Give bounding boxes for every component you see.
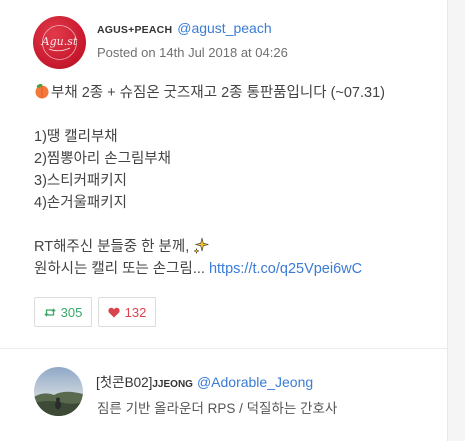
retweet-count: 305 [60, 304, 83, 320]
mention-user-avatar[interactable] [34, 367, 83, 416]
tweet-line-1: 부채 2종 + 슈짐온 굿즈재고 2종 통판품입니다 (~07.31) [34, 82, 434, 104]
tweet-line-7-text: 원하시는 캘리 또는 손그림... [34, 261, 209, 277]
tweet-line-5: 4)손거울패키지 [34, 195, 127, 211]
vertical-scrollbar[interactable] [447, 0, 465, 441]
author-line: AGUS+PEACH @agust_peach [97, 20, 272, 36]
mention-user-line: [첫콘B02]JJEONG @Adorable_Jeong [96, 371, 313, 391]
mention-user-name-prefix: [첫콘B02] [96, 375, 153, 390]
tweet-line-7: 원하시는 캘리 또는 손그림... https://t.co/q25Vpei6w… [34, 258, 434, 280]
retweet-icon [43, 307, 56, 317]
retweet-button[interactable]: 305 [34, 297, 92, 327]
tweet-line-3: 2)찜뽕아리 손그림부채 [34, 151, 171, 167]
author-avatar[interactable]: Agu.st [33, 16, 86, 69]
mention-user-bio: 짐른 기반 올라운더 RPS / 덕질하는 간호사 [97, 401, 338, 416]
peach-icon [35, 83, 49, 99]
like-count: 132 [124, 304, 147, 320]
tweet-line-6: RT해주신 분들중 한 분께, [34, 236, 434, 258]
mention-user-name-suffix: JJEONG [152, 379, 193, 390]
mention-user-handle[interactable]: @Adorable_Jeong [197, 374, 313, 390]
tweet-text: 부채 2종 + 슈짐온 굿즈재고 2종 통판품입니다 (~07.31) 1)땡 … [34, 82, 434, 280]
mention-user-name: [첫콘B02]JJEONG [96, 375, 197, 390]
like-button[interactable]: 132 [98, 297, 156, 327]
tweet-line-2: 1)땡 캘리부채 [34, 129, 118, 145]
tweet-card: Agu.st AGUS+PEACH @agust_peach Posted on … [0, 0, 448, 441]
heart-icon [108, 307, 120, 317]
tweet-line-4: 3)스티커패키지 [34, 173, 127, 189]
author-handle[interactable]: @agust_peach [177, 20, 271, 36]
sparkles-icon [193, 237, 209, 254]
author-name: AGUS+PEACH [97, 24, 173, 36]
tweet-header: Agu.st AGUS+PEACH @agust_peach Posted on … [33, 11, 433, 71]
tweet-line-6-text: RT해주신 분들중 한 분께, [34, 239, 194, 255]
avatar-logo-text: Agu.st [41, 35, 78, 48]
mention-avatar-photo-icon [34, 367, 83, 416]
section-divider [0, 348, 447, 349]
posted-date: Posted on 14th Jul 2018 at 04:26 [97, 45, 288, 60]
tweet-line-1-text: 부채 2종 + 슈짐온 굿즈재고 2종 통판품입니다 (~07.31) [51, 85, 385, 101]
avatar-logo-icon: Agu.st [41, 25, 78, 60]
tweet-link[interactable]: https://t.co/q25Vpei6wC [209, 261, 362, 277]
